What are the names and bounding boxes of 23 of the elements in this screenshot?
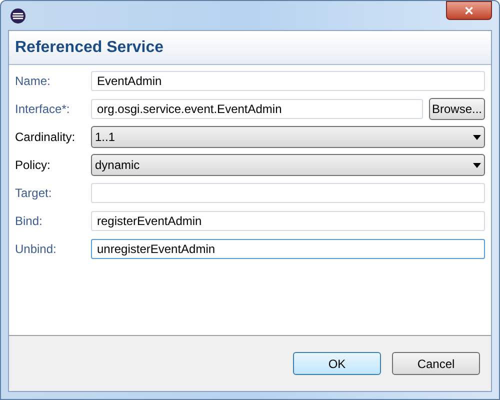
field-label[interactable]: Bind:	[15, 212, 87, 230]
dialog-title: Referenced Service	[15, 38, 164, 58]
app-logo-icon	[10, 8, 26, 24]
browse-button[interactable]: Browse...	[429, 98, 485, 120]
field-label[interactable]: Target:	[15, 184, 87, 202]
text-field[interactable]: unregisterEventAdmin	[91, 239, 485, 259]
dropdown-value: 1..1	[95, 129, 116, 146]
field-label[interactable]: Interface*:	[15, 100, 87, 118]
dropdown-arrow-icon	[473, 134, 481, 140]
dropdown-value: dynamic	[95, 157, 140, 174]
dropdown[interactable]: dynamic	[91, 154, 485, 176]
field-label[interactable]: Name:	[15, 72, 87, 90]
dropdown-arrow-icon	[473, 162, 481, 168]
text-field[interactable]: registerEventAdmin	[91, 211, 485, 231]
dropdown[interactable]: 1..1	[91, 126, 485, 148]
text-field[interactable]: EventAdmin	[91, 71, 485, 91]
text-field[interactable]: org.osgi.service.event.EventAdmin	[91, 99, 423, 119]
text-field[interactable]	[91, 183, 485, 203]
dialog-button[interactable]: Cancel	[392, 352, 480, 375]
field-label: Cardinality:	[15, 129, 76, 146]
field-label[interactable]: Unbind:	[15, 240, 87, 258]
field-label: Policy:	[15, 157, 52, 174]
dialog-button[interactable]: OK	[293, 352, 381, 375]
